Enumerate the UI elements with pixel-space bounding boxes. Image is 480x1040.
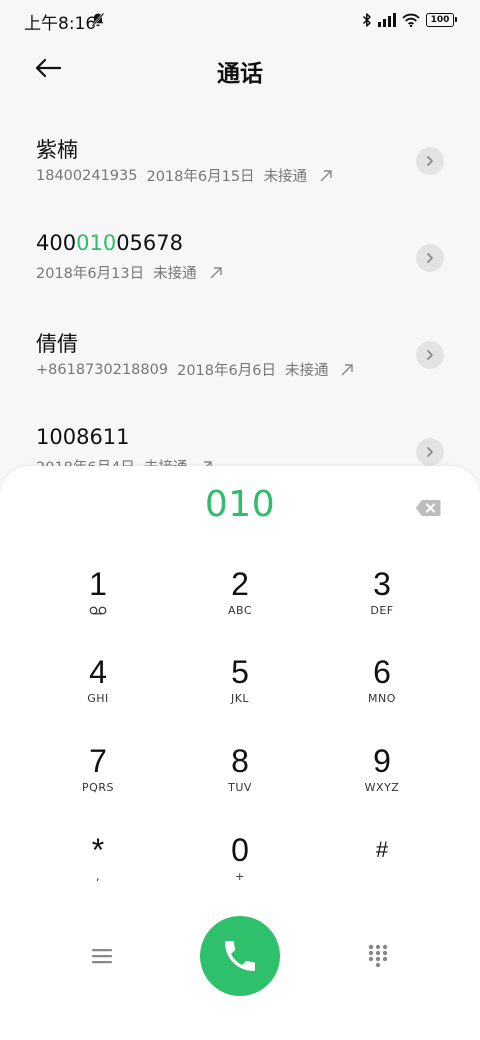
key-9[interactable]: 9 WXYZ	[322, 735, 442, 815]
call-log-item[interactable]: 倩倩 +8618730218809 2018年6月6日 未接通	[0, 306, 480, 403]
key-letters: ,	[96, 870, 100, 883]
status-time: 上午8:16	[24, 14, 97, 34]
outgoing-call-icon	[320, 169, 332, 181]
title-bar: 通话	[0, 40, 480, 96]
key-letters: TUV	[228, 781, 252, 794]
key-8[interactable]: 8 TUV	[180, 735, 300, 815]
battery-level: 100	[430, 14, 450, 25]
key-letters: WXYZ	[364, 781, 400, 794]
call-status: 未接通	[153, 266, 197, 282]
key-digit: 5	[231, 654, 249, 690]
phone-icon	[225, 941, 255, 971]
key-star[interactable]: * ,	[38, 824, 158, 904]
call-date: 2018年6月13日	[36, 266, 145, 282]
status-bar: 上午8:16 100	[0, 0, 480, 40]
dialpad-actions	[0, 916, 480, 996]
key-digit: #	[375, 837, 389, 862]
call-log-item[interactable]: 紫楠 18400241935 2018年6月15日 未接通	[0, 112, 480, 209]
battery-icon: 100	[426, 13, 457, 27]
call-meta: 2018年6月13日 未接通	[36, 262, 223, 283]
outgoing-call-icon	[341, 363, 354, 375]
key-6[interactable]: 6 MNO	[322, 646, 442, 726]
key-digit: 3	[373, 566, 391, 602]
key-digit: *	[91, 832, 105, 868]
signal-icon	[378, 13, 396, 27]
dialpad-grid-icon	[368, 944, 388, 968]
contact-name: 倩倩	[36, 332, 78, 356]
wifi-icon	[402, 13, 420, 27]
contact-name: 紫楠	[36, 138, 78, 162]
key-3[interactable]: 3 DEF	[322, 558, 442, 638]
call-detail-button[interactable]	[416, 147, 444, 175]
key-digit: 9	[373, 743, 391, 779]
call-detail-button[interactable]	[416, 341, 444, 369]
key-2[interactable]: 2 ABC	[180, 558, 300, 638]
keypad-toggle-button[interactable]	[358, 936, 398, 976]
key-letters: PQRS	[82, 781, 114, 794]
key-digit: 0	[231, 832, 249, 868]
key-digit: 7	[89, 743, 107, 779]
key-7[interactable]: 7 PQRS	[38, 735, 158, 815]
key-letters: GHI	[87, 692, 109, 705]
call-status: 未接通	[284, 363, 329, 379]
menu-button[interactable]	[82, 938, 122, 974]
voicemail-icon	[89, 606, 107, 615]
call-status: 未接通	[263, 169, 308, 185]
key-1[interactable]: 1	[38, 558, 158, 638]
key-digit: 4	[89, 654, 107, 690]
call-meta: +8618730218809 2018年6月6日 未接通	[36, 359, 354, 380]
call-button[interactable]	[200, 916, 280, 996]
bluetooth-icon	[362, 13, 371, 27]
dnd-bell-off-icon	[91, 12, 105, 27]
call-date: 2018年6月6日	[177, 363, 276, 379]
dialpad-panel: 010 1 2 ABC 3 DEF 4 GHI 5 JKL 6 MNO 7 PQ…	[0, 466, 480, 1040]
phone-number: +8618730218809	[36, 361, 169, 378]
key-letters: DEF	[370, 604, 394, 617]
chevron-right-icon	[427, 156, 433, 166]
outgoing-call-icon	[210, 266, 222, 278]
backspace-button[interactable]	[408, 494, 448, 522]
key-letters: MNO	[368, 692, 396, 705]
key-0[interactable]: 0 +	[180, 824, 300, 904]
contact-name: 1008611	[36, 425, 130, 449]
call-detail-button[interactable]	[416, 244, 444, 272]
key-digit: 2	[231, 566, 249, 602]
call-date: 2018年6月15日	[146, 169, 255, 185]
key-digit: 1	[89, 566, 107, 602]
chevron-right-icon	[427, 253, 433, 263]
key-digit: 6	[373, 654, 391, 690]
call-meta: 18400241935 2018年6月15日 未接通	[36, 165, 333, 186]
key-hash[interactable]: #	[322, 824, 442, 904]
page-title: 通话	[217, 61, 263, 87]
phone-screen: 上午8:16 100 通话 紫楠 18400241935 2018年6月15日 …	[0, 0, 480, 1040]
phone-number: 18400241935	[36, 167, 138, 184]
key-5[interactable]: 5 JKL	[180, 646, 300, 726]
chevron-right-icon	[427, 350, 433, 360]
key-4[interactable]: 4 GHI	[38, 646, 158, 726]
call-log-item[interactable]: 40001005678 2018年6月13日 未接通	[0, 209, 480, 306]
status-icons: 100	[362, 10, 457, 30]
call-detail-button[interactable]	[416, 438, 444, 466]
menu-icon	[92, 949, 112, 964]
key-letters: ABC	[227, 604, 253, 617]
call-log-list: 紫楠 18400241935 2018年6月15日 未接通 4000100567…	[0, 112, 480, 500]
backspace-icon	[415, 500, 441, 516]
key-letters: +	[235, 870, 245, 883]
contact-name: 40001005678	[36, 231, 183, 255]
matched-digits: 010	[76, 231, 117, 255]
key-digit: 8	[231, 743, 249, 779]
key-letters: JKL	[230, 692, 250, 705]
chevron-right-icon	[427, 447, 433, 457]
